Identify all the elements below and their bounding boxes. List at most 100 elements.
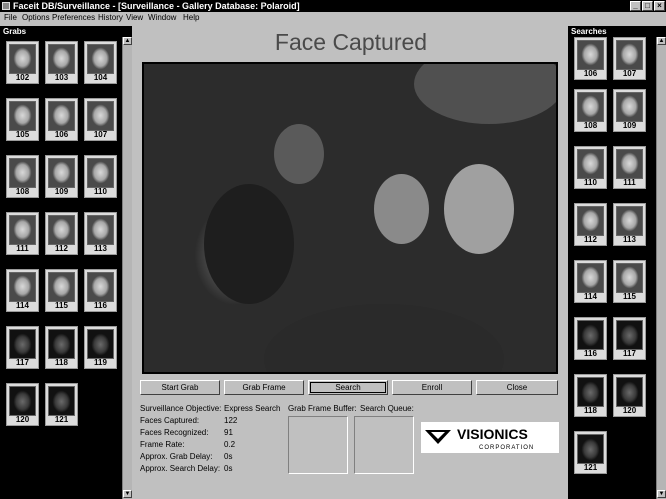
start-grab-button[interactable]: Start Grab	[140, 380, 220, 395]
grab-thumbnail[interactable]: 118	[45, 326, 78, 369]
grab-thumbnail[interactable]: 108	[6, 155, 39, 198]
thumbnail-id: 110	[584, 178, 597, 187]
window-title: Faceit DB/Surveillance - [Surveillance -…	[13, 1, 300, 11]
face-thumbnail	[577, 263, 604, 293]
search-thumbnail[interactable]: 107	[613, 37, 646, 80]
searches-panel[interactable]: 106 107 108 109 110 111 112 113 114 115 …	[568, 37, 656, 499]
grab-thumbnail[interactable]: 115	[45, 269, 78, 312]
stat-value: 0.2	[224, 440, 236, 449]
searches-scrollbar[interactable]: ▲ ▼	[656, 37, 666, 499]
search-thumbnail[interactable]: 120	[613, 374, 646, 417]
search-thumbnail[interactable]: 113	[613, 203, 646, 246]
search-thumbnail[interactable]: 106	[574, 37, 607, 80]
face-thumbnail	[577, 320, 604, 350]
thumbnail-id: 114	[16, 301, 29, 310]
grab-frame-buffer	[288, 416, 348, 474]
menu-view[interactable]: View	[126, 12, 143, 24]
thumbnail-id: 121	[583, 463, 598, 472]
grab-thumbnail[interactable]: 112	[45, 212, 78, 255]
stat-value: Express Search	[224, 404, 281, 413]
stat-label: Approx. Grab Delay:	[140, 452, 213, 461]
search-thumbnail[interactable]: 109	[613, 89, 646, 132]
search-thumbnail[interactable]: 121	[574, 431, 607, 474]
thumbnail-id: 112	[55, 244, 68, 253]
stat-value: 0s	[224, 452, 233, 461]
search-thumbnail[interactable]: 116	[574, 317, 607, 360]
search-thumbnail[interactable]: 111	[613, 146, 646, 189]
face-thumbnail	[577, 206, 604, 236]
thumbnail-id: 114	[584, 292, 597, 301]
search-button[interactable]: Search	[308, 380, 388, 395]
grabs-scrollbar[interactable]: ▲ ▼	[122, 37, 132, 499]
search-thumbnail[interactable]: 115	[613, 260, 646, 303]
face-thumbnail	[616, 40, 643, 70]
face-thumbnail	[616, 92, 643, 122]
thumbnail-id: 111	[16, 244, 29, 253]
grab-thumbnail[interactable]: 105	[6, 98, 39, 141]
search-thumbnail[interactable]: 110	[574, 146, 607, 189]
grabs-panel-title: Grabs	[0, 26, 132, 37]
menu-help[interactable]: Help	[183, 12, 199, 24]
enroll-button[interactable]: Enroll	[392, 380, 472, 395]
menu-options[interactable]: Options	[22, 12, 50, 24]
face-thumbnail	[616, 263, 643, 293]
grab-thumbnail[interactable]: 117	[6, 326, 39, 369]
menu-window[interactable]: Window	[148, 12, 176, 24]
grab-thumbnail[interactable]: 113	[84, 212, 117, 255]
close-window-button[interactable]: ×	[654, 1, 665, 11]
face-thumbnail	[87, 272, 114, 302]
face-thumbnail	[9, 272, 36, 302]
thumbnail-id: 117	[16, 358, 29, 367]
face-thumbnail	[48, 44, 75, 74]
search-thumbnail[interactable]: 114	[574, 260, 607, 303]
visionics-logo: VISIONICS CORPORATION	[421, 422, 559, 453]
grab-thumbnail[interactable]: 104	[84, 41, 117, 84]
face-thumbnail	[48, 101, 75, 131]
stat-value: 122	[224, 416, 238, 425]
minimize-button[interactable]: _	[630, 1, 641, 11]
grab-thumbnail[interactable]: 119	[84, 326, 117, 369]
grab-thumbnail[interactable]: 111	[6, 212, 39, 255]
grab-frame-button[interactable]: Grab Frame	[224, 380, 304, 395]
grabs-panel[interactable]: 102 103 104 105 106 107 108 109 110 111 …	[0, 37, 122, 499]
menu-file[interactable]: File	[4, 12, 17, 24]
close-button[interactable]: Close	[476, 380, 558, 395]
grab-thumbnail[interactable]: 110	[84, 155, 117, 198]
scroll-down-arrow-icon[interactable]: ▼	[657, 490, 666, 498]
grab-thumbnail[interactable]: 116	[84, 269, 117, 312]
face-thumbnail	[48, 272, 75, 302]
grab-thumbnail[interactable]: 103	[45, 41, 78, 84]
face-region	[274, 124, 324, 184]
search-thumbnail[interactable]: 117	[613, 317, 646, 360]
grab-thumbnail[interactable]: 107	[84, 98, 117, 141]
grab-thumbnail[interactable]: 121	[45, 383, 78, 426]
thumbnail-id: 115	[55, 301, 68, 310]
face-region	[444, 164, 514, 254]
grab-thumbnail[interactable]: 106	[45, 98, 78, 141]
scroll-up-arrow-icon[interactable]: ▲	[657, 37, 666, 45]
grab-thumbnail[interactable]: 109	[45, 155, 78, 198]
search-thumbnail[interactable]: 112	[574, 203, 607, 246]
grab-thumbnail[interactable]: 114	[6, 269, 39, 312]
face-thumbnail	[9, 158, 36, 188]
search-thumbnail[interactable]: 118	[574, 374, 607, 417]
face-thumbnail	[48, 386, 75, 416]
grab-thumbnail[interactable]: 120	[6, 383, 39, 426]
search-thumbnail[interactable]: 108	[574, 89, 607, 132]
maximize-button[interactable]: □	[642, 1, 653, 11]
grab-thumbnail[interactable]: 102	[6, 41, 39, 84]
face-thumbnail	[9, 44, 36, 74]
face-thumbnail	[577, 377, 604, 407]
menu-preferences[interactable]: Preferences	[52, 12, 95, 24]
face-thumbnail	[616, 377, 643, 407]
scroll-up-arrow-icon[interactable]: ▲	[123, 37, 132, 45]
main-area: Face Captured Start Grab Grab Frame Sear…	[136, 24, 566, 499]
thumbnail-id: 112	[584, 235, 597, 244]
stat-label: Frame Rate:	[140, 440, 185, 449]
stat-label: Faces Recognized:	[140, 428, 209, 437]
thumbnail-id: 115	[623, 292, 636, 301]
menu-history[interactable]: History	[98, 12, 123, 24]
background-region	[414, 64, 556, 124]
scroll-down-arrow-icon[interactable]: ▼	[123, 490, 132, 498]
face-thumbnail	[87, 329, 114, 359]
